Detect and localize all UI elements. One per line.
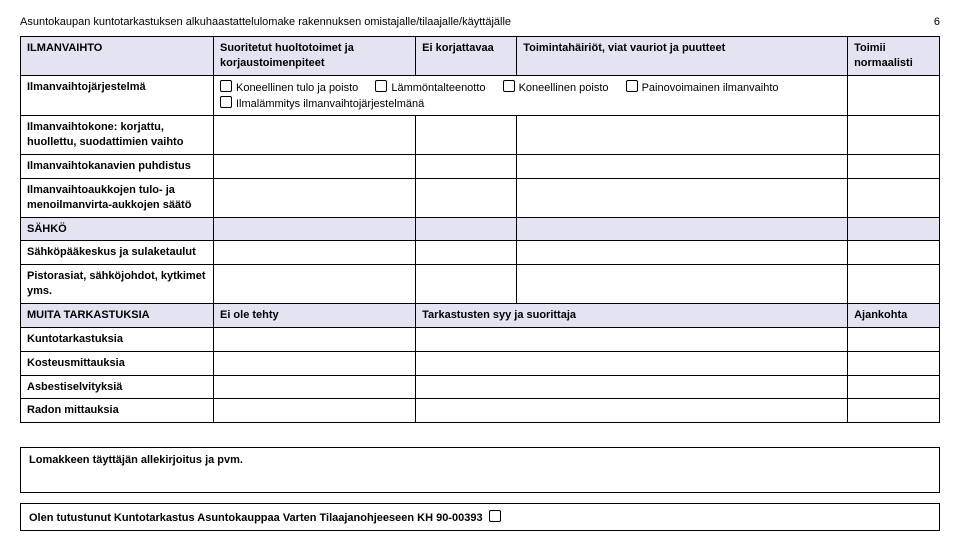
cell-input[interactable] — [213, 399, 415, 423]
cell-input[interactable] — [848, 327, 940, 351]
cell-input[interactable] — [213, 241, 415, 265]
cell-empty — [213, 217, 415, 241]
col-maintenance: Suoritetut huoltotoimet ja korjaustoimen… — [213, 37, 415, 76]
cell-input[interactable] — [213, 265, 415, 304]
acknowledgement-box: Olen tutustunut Kuntotarkastus Asuntokau… — [20, 503, 940, 531]
cell-input[interactable] — [213, 116, 415, 155]
cell-input[interactable] — [517, 155, 848, 179]
cell-input[interactable] — [213, 155, 415, 179]
cell-empty — [848, 217, 940, 241]
cell-input[interactable] — [517, 241, 848, 265]
page-number: 6 — [934, 16, 940, 28]
cell-input[interactable] — [848, 399, 940, 423]
cell-input[interactable] — [416, 155, 517, 179]
opt-painovoimainen: Painovoimainen ilmanvaihto — [642, 82, 779, 94]
cell-input[interactable] — [213, 351, 415, 375]
col-ajankohta: Ajankohta — [848, 303, 940, 327]
cell-input[interactable] — [416, 399, 848, 423]
row-kone-label: Ilmanvaihtokone: korjattu, huollettu, su… — [21, 116, 214, 155]
ack-text: Olen tutustunut Kuntotarkastus Asuntokau… — [29, 512, 483, 524]
col-no-fix: Ei korjattavaa — [416, 37, 517, 76]
col-syy-suorittaja: Tarkastusten syy ja suorittaja — [416, 303, 848, 327]
opt-koneellinen-poisto: Koneellinen poisto — [519, 82, 609, 94]
cell-input[interactable] — [848, 241, 940, 265]
checkbox-icon[interactable] — [626, 80, 638, 92]
cell-input[interactable] — [213, 375, 415, 399]
section-muita-heading: MUITA TARKASTUKSIA — [21, 303, 214, 327]
page-title: Asuntokaupan kuntotarkastuksen alkuhaast… — [20, 16, 511, 28]
cell-input[interactable] — [848, 178, 940, 217]
cell-input[interactable] — [416, 375, 848, 399]
row-radon-label: Radon mittauksia — [21, 399, 214, 423]
section-sahko-heading: SÄHKÖ — [21, 217, 214, 241]
cell-input[interactable] — [517, 265, 848, 304]
form-table: ILMANVAIHTO Suoritetut huoltotoimet ja k… — [20, 36, 940, 423]
cell-input[interactable] — [416, 351, 848, 375]
cell-input[interactable] — [213, 178, 415, 217]
row-asbesti-label: Asbestiselvityksiä — [21, 375, 214, 399]
checkbox-icon[interactable] — [375, 80, 387, 92]
cell-input[interactable] — [848, 351, 940, 375]
jarjestelma-options: Koneellinen tulo ja poisto Lämmöntalteen… — [213, 75, 847, 116]
row-aukot-label: Ilmanvaihtoaukkojen tulo- ja menoilmanvi… — [21, 178, 214, 217]
cell-input[interactable] — [848, 155, 940, 179]
cell-empty — [517, 217, 848, 241]
row-kosteus-label: Kosteusmittauksia — [21, 351, 214, 375]
checkbox-icon[interactable] — [220, 80, 232, 92]
cell-input[interactable] — [848, 265, 940, 304]
opt-koneellinen-tulo-poisto: Koneellinen tulo ja poisto — [236, 82, 358, 94]
row-kunto-label: Kuntotarkastuksia — [21, 327, 214, 351]
cell-input[interactable] — [416, 116, 517, 155]
cell-empty — [848, 75, 940, 116]
row-kanavat-label: Ilmanvaihtokanavien puhdistus — [21, 155, 214, 179]
col-ok: Toimii normaalisti — [848, 37, 940, 76]
cell-input[interactable] — [416, 265, 517, 304]
signature-box[interactable]: Lomakkeen täyttäjän allekirjoitus ja pvm… — [20, 447, 940, 493]
cell-input[interactable] — [848, 116, 940, 155]
cell-input[interactable] — [517, 178, 848, 217]
opt-lammontalteenotto: Lämmöntalteenotto — [391, 82, 485, 94]
checkbox-icon[interactable] — [503, 80, 515, 92]
checkbox-icon[interactable] — [220, 96, 232, 108]
row-paakeskus-label: Sähköpääkeskus ja sulaketaulut — [21, 241, 214, 265]
cell-input[interactable] — [416, 241, 517, 265]
checkbox-icon[interactable] — [489, 510, 501, 522]
row-jarjestelma-label: Ilmanvaihtojärjestelmä — [21, 75, 214, 116]
cell-input[interactable] — [416, 327, 848, 351]
cell-input[interactable] — [416, 178, 517, 217]
cell-input[interactable] — [848, 375, 940, 399]
cell-input[interactable] — [517, 116, 848, 155]
col-ei-ole-tehty: Ei ole tehty — [213, 303, 415, 327]
signature-label: Lomakkeen täyttäjän allekirjoitus ja pvm… — [29, 454, 243, 466]
col-faults: Toimintahäiriöt, viat vauriot ja puuttee… — [517, 37, 848, 76]
cell-empty — [416, 217, 517, 241]
row-pistorasiat-label: Pistorasiat, sähköjohdot, kytkimet yms. — [21, 265, 214, 304]
opt-ilmalammitys: Ilmalämmitys ilmanvaihtojärjestelmänä — [236, 98, 424, 110]
section-ilmanvaihto-heading: ILMANVAIHTO — [21, 37, 214, 76]
cell-input[interactable] — [213, 327, 415, 351]
